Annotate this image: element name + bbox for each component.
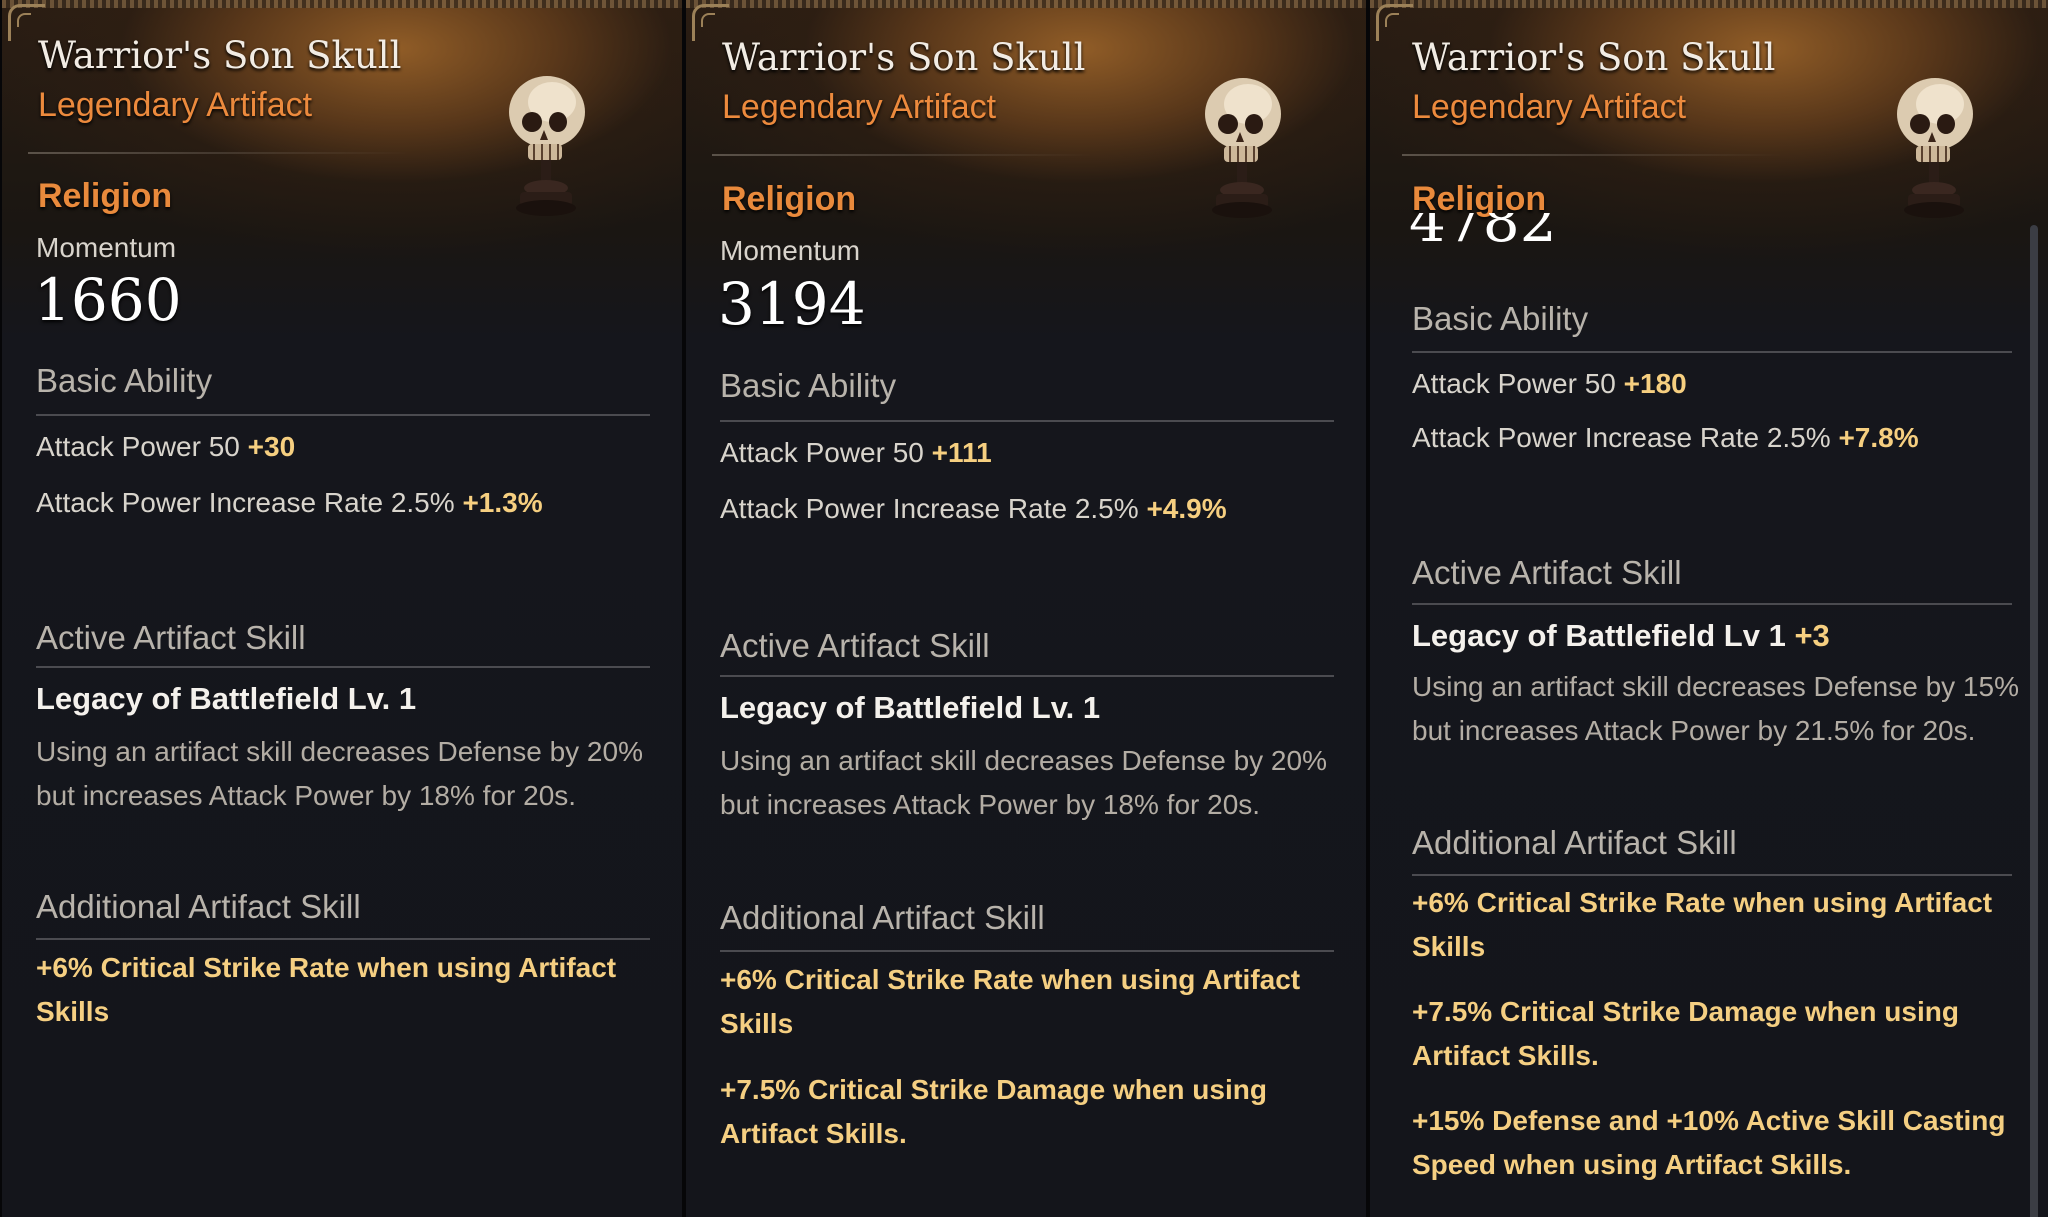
skull-on-pedestal-icon xyxy=(1205,78,1281,218)
active-skill-name: Legacy of Battlefield Lv. 1 xyxy=(720,690,1101,725)
stat-attack-power-rate: Attack Power Increase Rate 2.5% +1.3% xyxy=(36,487,543,519)
stat-attack-power-rate: Attack Power Increase Rate 2.5% +7.8% xyxy=(1412,422,1919,454)
religion-label: Religion xyxy=(722,180,857,218)
momentum-value-clipped: 4782 xyxy=(1409,213,1557,255)
stat-label: Attack Power 50 xyxy=(1412,368,1616,399)
basic-ability-header: Basic Ability xyxy=(720,367,897,404)
section-divider xyxy=(1412,874,2012,876)
stat-attack-power-rate: Attack Power Increase Rate 2.5% +4.9% xyxy=(720,493,1227,525)
stat-bonus: +1.3% xyxy=(462,487,543,518)
momentum-value: 3194 xyxy=(718,270,866,338)
active-skill-header: Active Artifact Skill xyxy=(1412,554,1682,591)
skill-level-bonus: +3 xyxy=(1794,618,1830,653)
section-divider xyxy=(36,414,650,416)
section-divider xyxy=(720,420,1334,422)
skill-name-text: Legacy of Battlefield Lv 1 xyxy=(1412,618,1786,653)
rarity-label: Legendary Artifact xyxy=(38,86,313,124)
title-divider xyxy=(712,154,1092,156)
section-divider xyxy=(1412,603,2012,605)
additional-skill-header: Additional Artifact Skill xyxy=(1412,824,1737,861)
active-skill-description: Using an artifact skill decreases Defens… xyxy=(36,736,643,811)
basic-ability-header: Basic Ability xyxy=(1412,300,1589,337)
stat-label: Attack Power Increase Rate 2.5% xyxy=(1412,422,1831,453)
stat-bonus: +180 xyxy=(1623,368,1687,399)
section-divider xyxy=(1412,351,2012,353)
stat-bonus: +30 xyxy=(247,431,296,462)
active-skill-header: Active Artifact Skill xyxy=(720,627,990,664)
momentum-value: 1660 xyxy=(34,266,182,334)
scrollbar-thumb[interactable] xyxy=(2030,225,2038,1217)
active-skill-header: Active Artifact Skill xyxy=(36,619,306,656)
active-skill-description: Using an artifact skill decreases Defens… xyxy=(720,745,1327,820)
skull-on-pedestal-icon xyxy=(509,76,585,216)
additional-skill-item: +7.5% Critical Strike Damage when using … xyxy=(720,1074,1267,1149)
active-skill-name: Legacy of Battlefield Lv. 1 xyxy=(36,681,417,716)
rarity-label: Legendary Artifact xyxy=(1412,88,1687,126)
additional-skill-item: +6% Critical Strike Rate when using Arti… xyxy=(720,964,1301,1039)
section-divider xyxy=(720,950,1334,952)
stat-attack-power: Attack Power 50 +30 xyxy=(36,431,295,463)
additional-skill-item: +15% Defense and +10% Active Skill Casti… xyxy=(1412,1105,2006,1180)
additional-skill-item: +6% Critical Strike Rate when using Arti… xyxy=(36,952,617,1027)
artifact-card-1: Warrior's Son Skull Legendary Artifact R… xyxy=(0,0,684,1217)
section-divider xyxy=(36,666,650,668)
stat-bonus: +4.9% xyxy=(1146,493,1227,524)
stat-bonus: +111 xyxy=(931,437,992,468)
active-skill-name: Legacy of Battlefield Lv 1 +3 xyxy=(1412,618,1830,654)
additional-skill-header: Additional Artifact Skill xyxy=(36,888,361,925)
stat-label: Attack Power Increase Rate 2.5% xyxy=(720,493,1139,524)
title-divider xyxy=(28,152,408,154)
basic-ability-header: Basic Ability xyxy=(36,362,213,399)
stat-attack-power: Attack Power 50 +180 xyxy=(1412,368,1687,400)
active-skill-description: Using an artifact skill decreases Defens… xyxy=(1412,671,2019,746)
skull-on-pedestal-icon xyxy=(1897,78,1973,218)
card-title: Warrior's Son Skull xyxy=(722,36,1086,79)
card-title: Warrior's Son Skull xyxy=(38,34,402,77)
momentum-label: Momentum xyxy=(36,232,177,263)
artifact-card-3: Warrior's Son Skull Legendary Artifact R… xyxy=(1368,0,2048,1217)
stat-bonus: +7.8% xyxy=(1838,422,1919,453)
rarity-label: Legendary Artifact xyxy=(722,88,997,126)
section-divider xyxy=(36,938,650,940)
section-divider xyxy=(720,675,1334,677)
title-divider xyxy=(1402,154,1782,156)
card-title: Warrior's Son Skull xyxy=(1412,36,1776,79)
stat-label: Attack Power 50 xyxy=(720,437,924,468)
momentum-label: Momentum xyxy=(720,235,861,266)
stat-label: Attack Power Increase Rate 2.5% xyxy=(36,487,455,518)
stat-attack-power: Attack Power 50 +111 xyxy=(720,437,992,469)
corner-ornament-icon xyxy=(1376,4,1413,41)
additional-skill-item: +7.5% Critical Strike Damage when using … xyxy=(1412,996,1959,1071)
artifact-card-2: Warrior's Son Skull Legendary Artifact R… xyxy=(684,0,1368,1217)
additional-skill-item: +6% Critical Strike Rate when using Arti… xyxy=(1412,887,1993,962)
religion-label: Religion xyxy=(38,177,173,215)
stat-label: Attack Power 50 xyxy=(36,431,240,462)
additional-skill-header: Additional Artifact Skill xyxy=(720,899,1045,936)
